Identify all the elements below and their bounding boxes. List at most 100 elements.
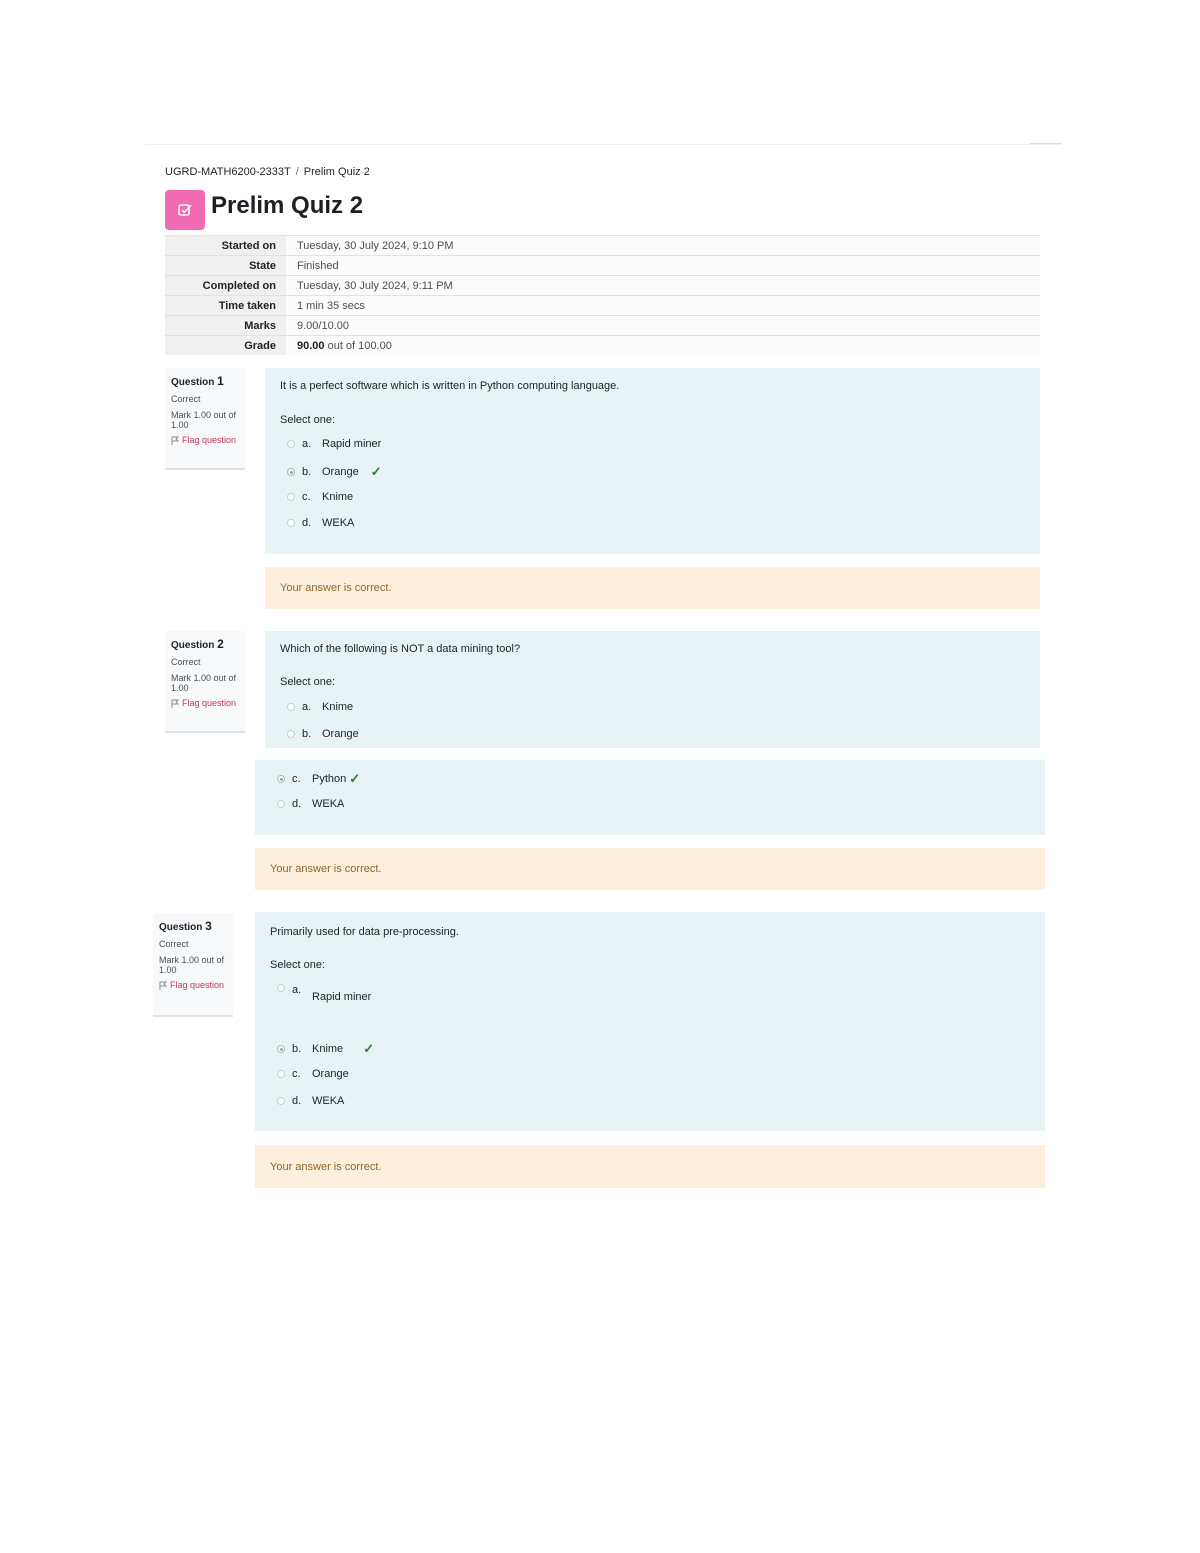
option-text: Orange — [322, 728, 359, 740]
radio-button-checked[interactable] — [287, 468, 295, 476]
radio-button-checked[interactable] — [277, 775, 285, 783]
answer-feedback-3: Your answer is correct. — [255, 1145, 1045, 1188]
option-letter: d. — [292, 1095, 302, 1107]
answer-feedback-1: Your answer is correct. — [265, 567, 1040, 609]
option-text: Python — [312, 773, 347, 785]
flag-question-link[interactable]: Flag question — [159, 980, 233, 990]
flag-icon — [171, 436, 179, 445]
summary-value: 1 min 35 secs — [286, 295, 1040, 316]
question-number-value: 1 — [217, 374, 224, 388]
question-number: Question 1 — [171, 374, 245, 388]
summary-value: Tuesday, 30 July 2024, 9:11 PM — [286, 275, 1040, 296]
top-divider — [145, 144, 1062, 145]
answer-option-b[interactable]: b. Knime ✓ — [277, 1041, 374, 1057]
select-one-prompt: Select one: — [280, 676, 336, 688]
breadcrumb-course-link[interactable]: UGRD-MATH6200-2333T — [165, 166, 291, 178]
option-letter: a. — [292, 984, 302, 996]
question-text: Primarily used for data pre-processing. — [270, 926, 459, 938]
answer-option-b[interactable]: b. Orange — [287, 728, 359, 740]
radio-button[interactable] — [277, 1070, 285, 1078]
question-formulation-1: It is a perfect software which is writte… — [265, 368, 1040, 554]
option-letter: b. — [292, 1043, 302, 1055]
option-text: Knime — [322, 491, 354, 503]
grade-value: 90.00 — [297, 339, 325, 352]
summary-row: Started on Tuesday, 30 July 2024, 9:10 PM — [165, 235, 1040, 256]
option-letter: d. — [302, 517, 312, 529]
answer-option-c[interactable]: c. Python ✓ — [277, 771, 360, 787]
question-info-1: Question 1 Correct Mark 1.00 out of 1.00… — [165, 368, 245, 470]
answer-option-d[interactable]: d. WEKA — [277, 798, 344, 810]
option-letter: c. — [292, 773, 301, 785]
option-text: Orange — [312, 1068, 349, 1080]
radio-button[interactable] — [287, 703, 295, 711]
radio-button[interactable] — [277, 1097, 285, 1105]
breadcrumb: UGRD-MATH6200-2333T / Prelim Quiz 2 — [165, 166, 370, 178]
option-text: Orange — [322, 466, 359, 478]
correct-check-icon: ✓ — [363, 1041, 375, 1056]
summary-label: Started on — [165, 235, 286, 256]
answer-option-d[interactable]: d. WEKA — [287, 517, 354, 529]
flag-icon — [159, 981, 167, 990]
question-mark: Mark 1.00 out of 1.00 — [171, 673, 237, 693]
question-state: Correct — [171, 657, 201, 667]
summary-row: Time taken 1 min 35 secs — [165, 295, 1040, 316]
option-text: Knime — [322, 701, 354, 713]
breadcrumb-current-link[interactable]: Prelim Quiz 2 — [304, 166, 370, 178]
question-number: Question 3 — [159, 919, 233, 933]
radio-button[interactable] — [277, 984, 285, 992]
feedback-text: Your answer is correct. — [280, 582, 392, 594]
summary-label: State — [165, 255, 286, 276]
summary-label: Completed on — [165, 275, 286, 296]
question-label: Question — [171, 640, 215, 651]
summary-label: Grade — [165, 335, 286, 355]
option-text: WEKA — [312, 1095, 345, 1107]
breadcrumb-separator: / — [295, 166, 299, 178]
attempt-summary-table: Started on Tuesday, 30 July 2024, 9:10 PM… — [165, 235, 1040, 355]
option-letter: d. — [292, 798, 302, 810]
flag-question-label: Flag question — [170, 980, 225, 990]
answer-option-a[interactable]: a. Rapid miner — [287, 438, 381, 450]
flag-question-label: Flag question — [182, 698, 237, 708]
question-formulation-2: Which of the following is NOT a data min… — [265, 631, 1040, 748]
radio-button[interactable] — [287, 519, 295, 527]
question-state: Correct — [171, 394, 201, 404]
summary-row: Marks 9.00/10.00 — [165, 315, 1040, 336]
feedback-text: Your answer is correct. — [270, 863, 382, 875]
question-formulation-2-continued: c. Python ✓ d. WEKA — [255, 760, 1045, 835]
question-mark: Mark 1.00 out of 1.00 — [159, 955, 225, 975]
flag-question-link[interactable]: Flag question — [171, 435, 245, 445]
answer-option-d[interactable]: d. WEKA — [277, 1095, 344, 1107]
question-text: Which of the following is NOT a data min… — [280, 643, 521, 655]
option-text: WEKA — [322, 517, 355, 529]
radio-button[interactable] — [287, 440, 295, 448]
option-letter: a. — [302, 701, 312, 713]
radio-button-checked[interactable] — [277, 1045, 285, 1053]
question-number: Question 2 — [171, 637, 245, 651]
summary-value: Tuesday, 30 July 2024, 9:10 PM — [286, 235, 1040, 256]
question-text: It is a perfect software which is writte… — [280, 380, 620, 392]
select-one-prompt: Select one: — [280, 414, 336, 426]
answer-option-a[interactable]: a. Knime — [287, 701, 353, 713]
summary-row: State Finished — [165, 255, 1040, 276]
radio-button[interactable] — [287, 730, 295, 738]
option-text: Knime — [312, 1043, 344, 1055]
summary-label: Marks — [165, 315, 286, 336]
flag-question-label: Flag question — [182, 435, 237, 445]
question-info-3: Question 3 Correct Mark 1.00 out of 1.00… — [153, 913, 233, 1017]
answer-option-a[interactable]: a. Rapid miner — [277, 984, 371, 1003]
radio-button[interactable] — [287, 493, 295, 501]
flag-icon — [171, 699, 179, 708]
summary-value: 9.00/10.00 — [286, 315, 1040, 336]
question-label: Question — [171, 377, 215, 388]
question-number-value: 2 — [217, 637, 224, 651]
summary-label: Time taken — [165, 295, 286, 316]
answer-option-c[interactable]: c. Knime — [287, 491, 353, 503]
radio-button[interactable] — [277, 800, 285, 808]
answer-option-b[interactable]: b. Orange ✓ — [287, 464, 382, 480]
summary-value: Finished — [286, 255, 1040, 276]
option-letter: a. — [302, 438, 312, 450]
answer-option-c[interactable]: c. Orange — [277, 1068, 349, 1080]
question-info-2: Question 2 Correct Mark 1.00 out of 1.00… — [165, 631, 245, 733]
flag-question-link[interactable]: Flag question — [171, 698, 245, 708]
select-one-prompt: Select one: — [270, 959, 326, 971]
